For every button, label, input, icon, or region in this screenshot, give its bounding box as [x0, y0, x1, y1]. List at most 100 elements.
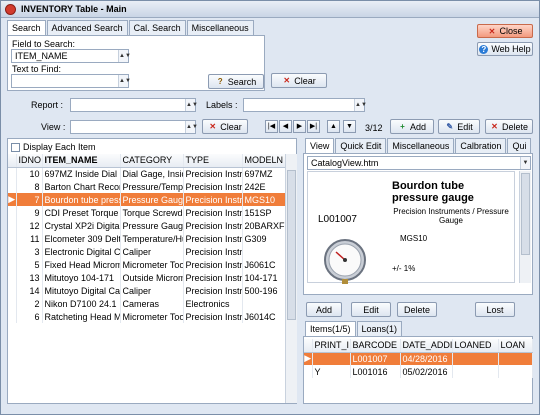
- table-row[interactable]: 3 Electronic Digital Ca Caliper Precision I…: [8, 245, 287, 258]
- column-header-loan[interactable]: LOAN: [498, 339, 533, 353]
- chevron-down-icon: ▲▼: [354, 99, 367, 111]
- tab-items[interactable]: Items(1/5): [305, 321, 356, 336]
- table-cell: Caliper: [120, 284, 184, 297]
- table-row[interactable]: 5Fixed Head MicrometMicrometer TooPrecis…: [8, 258, 287, 271]
- table-row[interactable]: 12 Crystal XP2i Digital Pressure Gauge Prec…: [8, 219, 287, 232]
- column-header-item-name[interactable]: ITEM_NAME: [42, 154, 121, 168]
- tab-qui[interactable]: Qui: [507, 138, 532, 153]
- table-cell: Y: [312, 365, 351, 378]
- display-each-item-option[interactable]: Display Each Item: [11, 142, 96, 152]
- view-select[interactable]: ▲▼: [70, 120, 198, 134]
- edit-record-button[interactable]: ✎ Edit: [438, 119, 480, 134]
- web-help-button[interactable]: ? Web Help: [477, 42, 533, 56]
- table-row[interactable]: 8Barton Chart RecorderPressure/TempPreci…: [8, 180, 287, 193]
- table-row[interactable]: 10697MZ Inside Dial CalDial Gage, Inside…: [8, 167, 287, 180]
- detail-tolerance: +/- 1%: [392, 264, 416, 273]
- tab-detail-miscellaneous[interactable]: Miscellaneous: [387, 138, 455, 153]
- column-header-barcode[interactable]: BARCODE: [350, 339, 401, 353]
- text-to-find-input[interactable]: ▲▼: [11, 74, 131, 88]
- table-row[interactable]: 2 Nikon D7100 24.1 Cameras Electronics: [8, 297, 287, 310]
- tab-calbration[interactable]: Calbration: [455, 138, 507, 153]
- row-indicator: [8, 167, 17, 180]
- delete-record-button[interactable]: ✕ Delete: [485, 119, 533, 134]
- column-header-loaned[interactable]: LOANED: [452, 339, 499, 353]
- items-add-button[interactable]: Add: [306, 302, 342, 317]
- table-cell: Nikon D7100 24.1: [42, 297, 121, 310]
- table-cell: 697MZ: [242, 167, 287, 180]
- pressure-gauge-image: [324, 239, 366, 284]
- table-row[interactable]: 6 Ratcheting Head M Micrometer Too Precisio…: [8, 310, 287, 323]
- tab-search[interactable]: Search: [7, 20, 46, 35]
- tab-advanced-search[interactable]: Advanced Search: [46, 20, 128, 35]
- prev-record-button[interactable]: ◀: [279, 120, 292, 133]
- list-scroll-thumb[interactable]: [287, 170, 296, 320]
- table-cell: Precision Instrum: [183, 284, 243, 297]
- items-delete-button[interactable]: Delete: [397, 302, 437, 317]
- table-row[interactable]: ▶ L001007 04/28/2016: [304, 352, 533, 365]
- table-cell: [242, 245, 287, 258]
- table-cell: Precision Instrum: [183, 310, 243, 323]
- table-cell: Micrometer Too: [120, 258, 184, 271]
- row-indicator: ▶: [8, 193, 17, 206]
- column-header-model[interactable]: MODELN: [242, 154, 287, 168]
- view-template-select[interactable]: CatalogView.htm ▼: [307, 156, 531, 170]
- table-cell: 11: [16, 232, 43, 245]
- field-to-search-select[interactable]: ITEM_NAME ▲▼: [11, 49, 131, 63]
- table-cell: 500-196: [242, 284, 287, 297]
- last-record-button[interactable]: ▶|: [307, 120, 320, 133]
- down-icon: ▼: [346, 123, 353, 130]
- search-icon: ?: [217, 77, 223, 86]
- text-to-find-label: Text to Find:: [12, 64, 62, 74]
- display-each-item-checkbox[interactable]: [11, 142, 20, 152]
- tab-quick-edit[interactable]: Quick Edit: [335, 138, 387, 153]
- search-button-label: Search: [227, 76, 257, 87]
- row-indicator: [304, 365, 313, 378]
- help-icon: ?: [479, 44, 489, 54]
- clear-search-label: Clear: [294, 75, 316, 86]
- table-cell: [242, 297, 287, 310]
- first-record-button[interactable]: |◀: [265, 120, 278, 133]
- table-row[interactable]: 13 Mitutoyo 104-171 Outside Microm Precisio…: [8, 271, 287, 284]
- table-row[interactable]: ▶7Bourdon tube pressurePressure GaugePre…: [8, 193, 287, 206]
- report-select[interactable]: ▲▼: [70, 98, 198, 112]
- detail-scroll-thumb[interactable]: [521, 173, 530, 255]
- app-icon: [5, 4, 16, 15]
- last-icon: ▶|: [309, 123, 318, 130]
- delete-icon: ✕: [491, 122, 498, 131]
- table-row[interactable]: 9 CDI Preset Torque Torque Screwdr Precisio…: [8, 206, 287, 219]
- clear-view-button[interactable]: ✕ Clear: [202, 119, 248, 134]
- table-row[interactable]: 14 Mitutoyo Digital Cal Caliper Precision I…: [8, 284, 287, 297]
- items-lost-button[interactable]: Lost: [475, 302, 515, 317]
- table-cell: [452, 365, 499, 378]
- clear-icon: ✕: [209, 122, 217, 131]
- close-button[interactable]: ✕ Close: [477, 24, 533, 38]
- tab-view[interactable]: View: [305, 138, 335, 153]
- view-label: View :: [41, 122, 66, 132]
- row-indicator: [8, 297, 17, 310]
- move-down-button[interactable]: ▼: [343, 120, 356, 133]
- clear-search-button[interactable]: ✕ Clear: [271, 73, 327, 88]
- labels-select[interactable]: ▲▼: [243, 98, 367, 112]
- column-header-date-added[interactable]: DATE_ADDI: [400, 339, 453, 353]
- tab-loans[interactable]: Loans(1): [356, 321, 403, 336]
- column-header-print[interactable]: PRINT_I: [312, 339, 351, 353]
- table-row[interactable]: Y L001016 05/02/2016: [304, 365, 533, 378]
- add-record-button[interactable]: + Add: [390, 119, 434, 134]
- table-row[interactable]: 11Elcometer 309 DeltaTemperature/HumPrec…: [8, 232, 287, 245]
- column-header-type[interactable]: TYPE: [183, 154, 243, 168]
- move-up-button[interactable]: ▲: [327, 120, 340, 133]
- row-indicator: [8, 271, 17, 284]
- table-cell: [498, 365, 533, 378]
- next-record-button[interactable]: ▶: [293, 120, 306, 133]
- tab-miscellaneous[interactable]: Miscellaneous: [186, 20, 254, 35]
- detail-scrollbar[interactable]: [519, 171, 531, 283]
- tab-cal-search[interactable]: Cal. Search: [128, 20, 186, 35]
- items-edit-button[interactable]: Edit: [351, 302, 391, 317]
- clear-icon: ✕: [283, 76, 291, 85]
- row-indicator-header: [8, 154, 17, 168]
- list-scrollbar[interactable]: [285, 154, 297, 403]
- column-header-idno[interactable]: IDNO: [16, 154, 43, 168]
- table-cell: Electronic Digital Ca: [42, 245, 121, 258]
- search-button[interactable]: ? Search: [208, 74, 264, 89]
- column-header-category[interactable]: CATEGORY: [120, 154, 184, 168]
